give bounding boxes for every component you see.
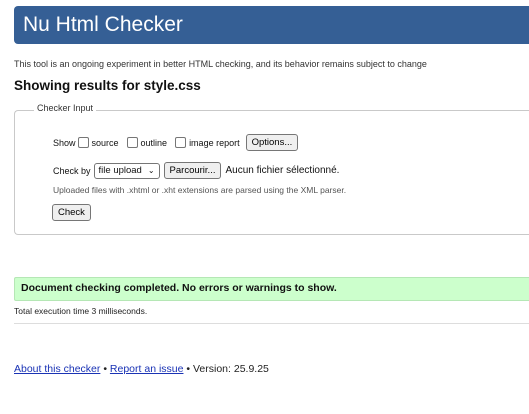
show-label: Show <box>53 137 76 148</box>
check-by-label: Check by <box>53 165 91 176</box>
report-issue-link[interactable]: Report an issue <box>110 363 184 375</box>
source-label[interactable]: source <box>92 138 119 148</box>
about-link[interactable]: About this checker <box>14 363 100 375</box>
footer-separator: • <box>103 363 107 375</box>
option-image-report[interactable]: image report <box>173 137 240 148</box>
options-button[interactable]: Options... <box>245 134 299 151</box>
intro-text: This tool is an ongoing experiment in be… <box>14 59 427 69</box>
results-title: Showing results for style.css <box>14 78 201 93</box>
parser-note: Uploaded files with .xhtml or .xht exten… <box>53 185 347 195</box>
check-button[interactable]: Check <box>52 204 91 221</box>
image-report-label[interactable]: image report <box>189 138 240 148</box>
chevron-down-icon: ⌄ <box>147 165 155 175</box>
version-text: Version: 25.9.25 <box>193 363 269 375</box>
app-title: Nu Html Checker <box>23 13 183 36</box>
result-message-box: Document checking completed. No errors o… <box>14 277 529 301</box>
outline-checkbox[interactable] <box>126 137 138 148</box>
no-file-text: Aucun fichier sélectionné. <box>225 165 340 176</box>
execution-time: Total execution time 3 milliseconds. <box>14 306 148 316</box>
outline-label[interactable]: outline <box>141 138 168 148</box>
header-bar: Nu Html Checker <box>14 6 529 44</box>
checker-input-legend: Checker Input <box>34 103 97 113</box>
source-checkbox[interactable] <box>77 137 89 148</box>
footer: About this checker • Report an issue • V… <box>14 363 269 375</box>
divider <box>14 323 529 324</box>
result-message: Document checking completed. No errors o… <box>21 282 337 294</box>
browse-button[interactable]: Parcourir... <box>163 162 222 179</box>
image-report-checkbox[interactable] <box>175 137 187 148</box>
check-by-select[interactable]: file upload ⌄ <box>93 162 160 179</box>
footer-separator: • <box>186 363 191 375</box>
option-source[interactable]: source <box>76 137 119 148</box>
check-by-row: Check by file upload ⌄ Parcourir... Aucu… <box>53 162 339 179</box>
show-options-row: Show source outline image report Options… <box>53 134 299 151</box>
option-outline[interactable]: outline <box>125 137 168 148</box>
check-by-value: file upload <box>98 164 142 176</box>
